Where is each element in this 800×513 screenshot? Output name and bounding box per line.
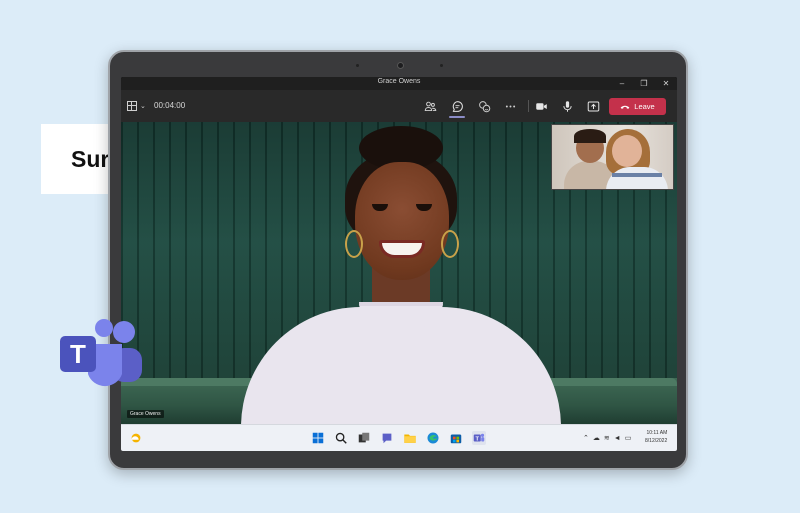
share-screen-icon: [587, 101, 599, 111]
minimize-button[interactable]: –: [611, 77, 633, 90]
more-button[interactable]: [501, 98, 519, 114]
window-titlebar: Grace Owens – ❐ ✕: [121, 77, 677, 90]
people-icon: [424, 101, 436, 111]
sensor-dot: [440, 64, 443, 67]
battery-icon[interactable]: ▭: [625, 434, 632, 442]
volume-icon[interactable]: ◄: [614, 435, 621, 442]
svg-text:T: T: [70, 339, 86, 369]
start-icon[interactable]: [311, 431, 325, 445]
leave-button[interactable]: Leave: [609, 98, 666, 115]
people-button[interactable]: [421, 98, 439, 114]
maximize-button[interactable]: ❐: [633, 77, 655, 90]
main-video: Grace Owens: [121, 122, 677, 424]
chat-button[interactable]: [448, 98, 466, 118]
self-view-video[interactable]: [551, 124, 674, 190]
sensor-dot: [356, 64, 359, 67]
speaker-name-tag: Grace Owens: [127, 410, 164, 418]
layout-button[interactable]: ⌄: [127, 100, 146, 112]
chat-icon: [452, 100, 463, 112]
reactions-button[interactable]: [475, 98, 493, 114]
clock-date: 8/12/2022: [645, 438, 668, 444]
participant-face: [612, 135, 642, 167]
svg-text:T: T: [476, 436, 480, 442]
window-title: Grace Owens: [377, 78, 421, 85]
store-icon[interactable]: [449, 431, 463, 445]
meeting-timer: 00:04:00: [154, 101, 186, 110]
meeting-toolbar: ⌄ 00:04:00 Leave: [121, 90, 677, 122]
surface-tablet: Grace Owens – ❐ ✕ ⌄ 00:04:00 Leave Grace…: [108, 50, 688, 470]
wifi-icon[interactable]: ≋: [604, 434, 610, 442]
camera-button[interactable]: [532, 98, 550, 114]
front-camera: [397, 62, 404, 69]
chevron-down-icon: ⌄: [140, 103, 146, 110]
speaker-video: [241, 122, 561, 424]
teams-app-icon[interactable]: T: [472, 431, 486, 445]
speaker-earring: [441, 230, 459, 258]
microphone-icon: [562, 100, 572, 112]
mic-button[interactable]: [558, 98, 576, 114]
close-button[interactable]: ✕: [655, 77, 677, 90]
participant-shirt-stripe: [612, 173, 662, 177]
teams-screen: Grace Owens – ❐ ✕ ⌄ 00:04:00 Leave Grace…: [121, 77, 677, 451]
weather-widget-icon[interactable]: [129, 431, 143, 445]
speaker-collar: [359, 302, 443, 328]
edge-browser-icon[interactable]: [426, 431, 440, 445]
cloud-icon[interactable]: ☁: [593, 434, 600, 442]
system-tray[interactable]: ⌃ ☁ ≋ ◄ ▭: [583, 434, 632, 443]
chevron-up-icon[interactable]: ⌃: [583, 434, 589, 442]
windows-taskbar: T ⌃ ☁ ≋ ◄ ▭ 10:11 AM 8/12/2022: [121, 424, 677, 451]
file-explorer-icon[interactable]: [403, 431, 417, 445]
share-button[interactable]: [584, 98, 602, 114]
speaker-earring: [345, 230, 363, 258]
camera-icon: [535, 102, 547, 110]
speaker-smile: [379, 240, 425, 258]
teams-chat-icon[interactable]: [380, 431, 394, 445]
toolbar-divider: [528, 100, 529, 112]
task-view-icon[interactable]: [357, 431, 371, 445]
speaker-face: [355, 162, 449, 280]
participant-hair: [574, 129, 606, 143]
reaction-icon: [478, 100, 490, 112]
leave-label: Leave: [634, 102, 655, 111]
hang-up-icon: [620, 105, 630, 109]
microsoft-teams-logo: T: [60, 319, 142, 387]
clock-time: 10:11 AM: [646, 430, 668, 436]
more-icon: [505, 105, 515, 107]
taskbar-clock[interactable]: 10:11 AM 8/12/2022: [645, 429, 667, 445]
search-icon[interactable]: [334, 431, 348, 445]
grid-layout-icon: [127, 101, 137, 111]
